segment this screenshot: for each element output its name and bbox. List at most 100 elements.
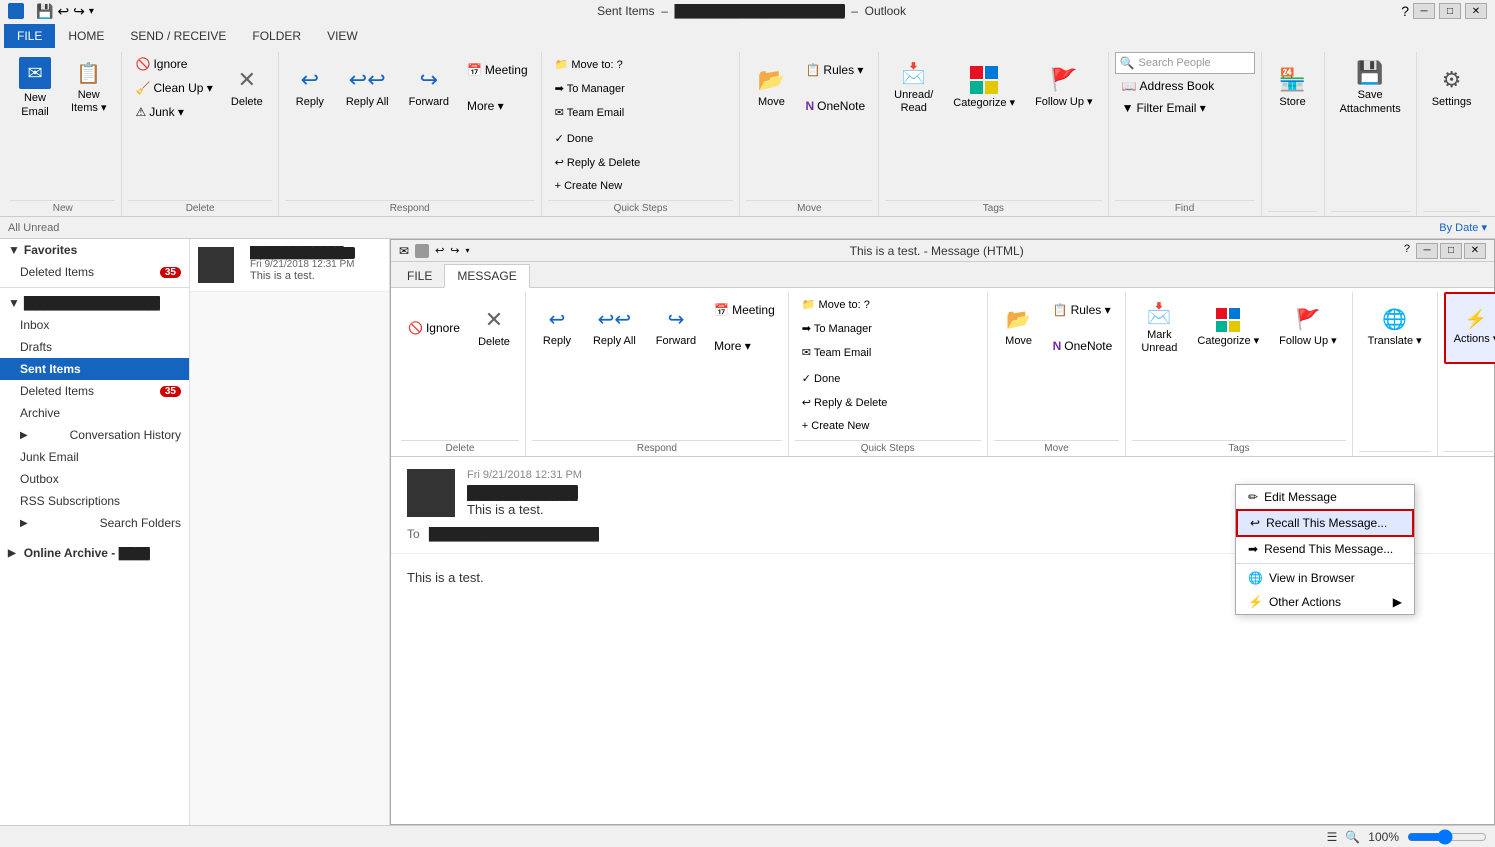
online-archive-header[interactable]: ▶ Online Archive - ████ [0, 542, 189, 564]
msg-done-button[interactable]: ✓ Done [795, 368, 981, 388]
msg-maximize-button[interactable]: □ [1440, 243, 1462, 259]
msg-followup-button[interactable]: 🚩 Follow Up ▾ [1270, 292, 1345, 364]
sidebar-item-junk[interactable]: Junk Email [0, 446, 189, 468]
tab-folder[interactable]: FOLDER [239, 24, 314, 48]
filter-email-button[interactable]: ▼ Filter Email ▾ [1115, 98, 1213, 118]
move-to-button[interactable]: 📁 Move to: ? [548, 54, 734, 74]
delete-button[interactable]: ✕ Delete [222, 52, 272, 124]
team-email-button[interactable]: ✉ Team Email [548, 102, 734, 122]
reply-all-button[interactable]: ↩↩ Reply All [337, 52, 398, 124]
msg-more-respond-button[interactable]: More ▾ [707, 336, 782, 356]
status-view-icon[interactable]: ☰ [1327, 830, 1338, 844]
msg-redo-icon[interactable]: ↪ [450, 244, 459, 257]
move-button[interactable]: 📂 Move [746, 52, 796, 124]
msg-onenote-button[interactable]: N OneNote [1046, 336, 1120, 356]
categorize-button[interactable]: Categorize ▾ [944, 52, 1024, 124]
msg-meeting-button[interactable]: 📅 Meeting [707, 300, 782, 320]
search-people-input[interactable]: 🔍 Search People [1115, 52, 1255, 74]
meeting-button[interactable]: 📅 Meeting [460, 60, 535, 80]
actions-edit-message[interactable]: ✏ Edit Message [1236, 485, 1414, 509]
msg-forward-button[interactable]: ↪ Forward [647, 292, 705, 364]
message-date: Fri 9/21/2018 12:31 PM [467, 469, 582, 481]
onenote-button[interactable]: N OneNote [798, 96, 872, 116]
msg-to-manager-button[interactable]: ➡ To Manager [795, 318, 981, 338]
msg-delete-button[interactable]: ✕ Delete [469, 292, 519, 364]
msg-reply-button[interactable]: ↩ Reply [532, 292, 582, 364]
maximize-button[interactable]: □ [1439, 3, 1461, 19]
settings-button[interactable]: ⚙ Settings [1423, 52, 1481, 124]
msg-team-email-button[interactable]: ✉ Team Email [795, 342, 981, 362]
msg-categorize-button[interactable]: Categorize ▾ [1188, 292, 1268, 364]
sidebar-item-drafts[interactable]: Drafts [0, 336, 189, 358]
more-respond-button[interactable]: More ▾ [460, 96, 535, 116]
msg-onenote-label: OneNote [1064, 339, 1112, 353]
save-qat-icon[interactable]: 💾 [36, 3, 53, 20]
reply-button[interactable]: ↩ Reply [285, 52, 335, 124]
address-book-button[interactable]: 📖 Address Book [1115, 76, 1222, 96]
tab-view[interactable]: VIEW [314, 24, 371, 48]
actions-resend-message[interactable]: ➡ Resend This Message... [1236, 537, 1414, 561]
msg-actions-button[interactable]: ⚡ Actions ▾ [1444, 292, 1495, 364]
email-list-item[interactable]: ████████████ Fri 9/21/2018 12:31 PM This… [190, 239, 389, 292]
msg-undo-icon[interactable]: ↩ [435, 244, 444, 257]
reply-delete-button[interactable]: ↩ Reply & Delete [548, 152, 734, 172]
sidebar-item-deleted-fav[interactable]: Deleted Items 35 [0, 261, 189, 283]
tab-file[interactable]: FILE [4, 24, 55, 48]
to-manager-button[interactable]: ➡ To Manager [548, 78, 734, 98]
zoom-slider[interactable] [1407, 829, 1487, 845]
msg-minimize-button[interactable]: ─ [1416, 243, 1438, 259]
actions-view-in-browser[interactable]: 🌐 View in Browser [1236, 566, 1414, 590]
help-icon[interactable]: ? [1401, 3, 1409, 19]
msg-mark-unread-button[interactable]: 📩 MarkUnread [1132, 292, 1186, 364]
tab-send-receive[interactable]: SEND / RECEIVE [117, 24, 239, 48]
cleanup-button[interactable]: 🧹 Clean Up ▾ [128, 78, 219, 98]
arrange-by-button[interactable]: By Date ▾ [1439, 221, 1487, 234]
status-zoom-icon[interactable]: 🔍 [1345, 830, 1360, 844]
msg-qat-dropdown[interactable]: ▾ [466, 246, 470, 255]
new-items-button[interactable]: 📋 NewItems ▾ [62, 52, 115, 124]
forward-button[interactable]: ↪ Forward [400, 52, 458, 124]
msg-move-to-button[interactable]: 📁 Move to: ? [795, 294, 981, 314]
save-attachments-button[interactable]: 💾 SaveAttachments [1331, 52, 1410, 124]
junk-button[interactable]: ⚠ Junk ▾ [128, 102, 219, 122]
sidebar-item-archive[interactable]: Archive [0, 402, 189, 424]
create-new-qs-button[interactable]: + Create New [548, 176, 734, 196]
msg-reply-all-button[interactable]: ↩↩ Reply All [584, 292, 645, 364]
msg-rules-button[interactable]: 📋 Rules ▾ [1046, 300, 1120, 320]
msg-move-button[interactable]: 📂 Move [994, 292, 1044, 364]
done-button[interactable]: ✓ Done [548, 128, 734, 148]
msg-save-icon[interactable] [415, 244, 429, 258]
msg-translate-button[interactable]: 🌐 Translate ▾ [1359, 292, 1431, 364]
sidebar-item-rss[interactable]: RSS Subscriptions [0, 490, 189, 512]
sidebar-item-conv-history[interactable]: ▶ Conversation History [0, 424, 189, 446]
rules-button[interactable]: 📋 Rules ▾ [798, 60, 872, 80]
msg-reply-delete-button[interactable]: ↩ Reply & Delete [795, 392, 981, 412]
msg-close-button[interactable]: ✕ [1464, 243, 1486, 259]
followup-button[interactable]: 🚩 Follow Up ▾ [1026, 52, 1101, 124]
account-header[interactable]: ▼ ████████████████ [0, 292, 189, 314]
sidebar-item-outbox[interactable]: Outbox [0, 468, 189, 490]
close-button[interactable]: ✕ [1465, 3, 1487, 19]
unread-read-button[interactable]: 📩 Unread/Read [885, 52, 942, 124]
ignore-button[interactable]: 🚫 Ignore [128, 54, 219, 74]
sidebar-item-search-folders[interactable]: ▶ Search Folders [0, 512, 189, 534]
status-zoom-level: 100% [1368, 830, 1399, 844]
store-button[interactable]: 🏪 Store [1268, 52, 1318, 124]
sidebar-item-inbox[interactable]: Inbox [0, 314, 189, 336]
msg-ignore-button[interactable]: 🚫 Ignore [401, 318, 467, 338]
customize-qat-icon[interactable]: ▾ [89, 6, 94, 17]
actions-recall-message[interactable]: ↩ Recall This Message... [1236, 509, 1414, 537]
actions-other-actions[interactable]: ⚡ Other Actions ▶ [1236, 590, 1414, 614]
sidebar-item-sent[interactable]: Sent Items [0, 358, 189, 380]
undo-qat-icon[interactable]: ↩ [57, 3, 69, 20]
redo-qat-icon[interactable]: ↪ [73, 3, 85, 20]
sidebar-item-deleted[interactable]: Deleted Items 35 [0, 380, 189, 402]
new-email-button[interactable]: ✉ NewEmail [10, 52, 60, 124]
tab-home[interactable]: HOME [55, 24, 117, 48]
msg-help-icon[interactable]: ? [1404, 243, 1410, 259]
minimize-button[interactable]: ─ [1413, 3, 1435, 19]
msg-create-new-qs-button[interactable]: + Create New [795, 416, 981, 436]
favorites-header[interactable]: ▼ Favorites [0, 239, 189, 261]
msg-tab-message[interactable]: MESSAGE [444, 264, 529, 288]
msg-tab-file[interactable]: FILE [395, 265, 444, 287]
